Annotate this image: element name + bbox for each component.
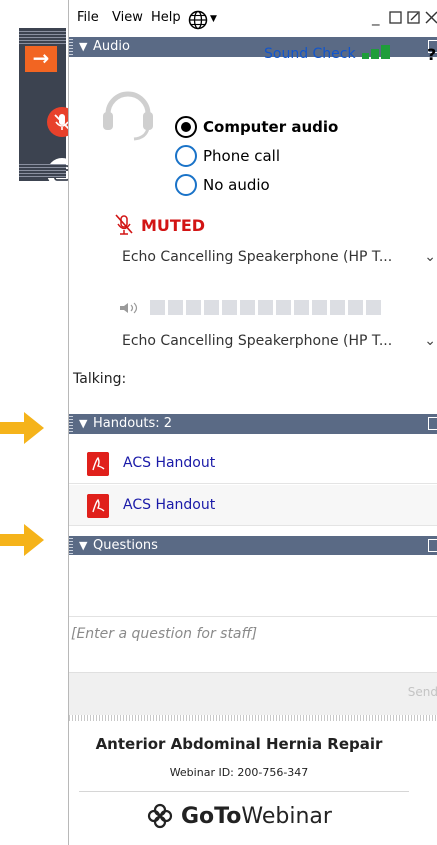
gotowebinar-logo: GoTo Webinar: [147, 803, 332, 829]
radio-no-audio[interactable]: No audio: [175, 173, 270, 197]
logo-text-bold: GoTo: [181, 803, 242, 829]
handout-name[interactable]: ACS Handout: [123, 455, 215, 471]
speaker-icon: [120, 302, 138, 313]
level-segment: [366, 300, 381, 315]
collapse-arrow-icon[interactable]: →: [25, 46, 57, 72]
control-grab-tab[interactable]: →: [19, 28, 77, 188]
logo-text-thin: Webinar: [241, 803, 332, 829]
handouts-section-header[interactable]: ▼ Handouts: 2: [69, 414, 437, 434]
handout-item[interactable]: ACS Handout: [69, 443, 437, 484]
sound-check-link[interactable]: Sound Check: [264, 46, 356, 62]
level-segment: [186, 300, 201, 315]
menu-help[interactable]: Help: [151, 10, 181, 25]
pointer-arrow-icon: [0, 524, 44, 556]
section-grip[interactable]: [69, 538, 73, 554]
webinar-id: Webinar ID: 200-756-347: [169, 766, 309, 779]
level-segment: [150, 300, 165, 315]
webinar-footer: Anterior Abdominal Hernia Repair Webinar…: [69, 721, 437, 845]
level-segment: [348, 300, 363, 315]
chevron-down-icon[interactable]: ▼: [210, 14, 217, 24]
level-segment: [276, 300, 291, 315]
send-bar: Send: [69, 672, 437, 715]
radio-computer-audio[interactable]: Computer audio: [175, 115, 338, 139]
questions-section-title: Questions: [93, 538, 158, 553]
speaker-level-meter: [118, 300, 384, 315]
help-icon[interactable]: ?: [427, 45, 436, 64]
speaker-device-value: Echo Cancelling Speakerphone (HP T...: [122, 333, 393, 349]
menu-file[interactable]: File: [77, 10, 99, 25]
menu-view[interactable]: View: [112, 10, 143, 25]
talking-label: Talking:: [73, 371, 127, 387]
grab-tab-grip-bottom[interactable]: [19, 164, 66, 178]
pdf-file-icon: [87, 494, 109, 518]
section-grip[interactable]: [69, 39, 73, 55]
microphone-device-select[interactable]: Echo Cancelling Speakerphone (HP T... ⌄: [122, 249, 437, 265]
level-segment: [222, 300, 237, 315]
grab-tab-grip-top[interactable]: [19, 31, 66, 45]
close-icon[interactable]: [425, 11, 437, 24]
send-button[interactable]: Send: [408, 685, 437, 699]
level-segment: [168, 300, 183, 315]
muted-indicator[interactable]: MUTED: [115, 214, 205, 236]
level-segment: [312, 300, 327, 315]
handout-item[interactable]: ACS Handout: [69, 485, 437, 526]
popout-icon[interactable]: [407, 11, 420, 24]
muted-mic-icon: [115, 214, 133, 235]
radio-button[interactable]: [175, 145, 197, 167]
microphone-device-value: Echo Cancelling Speakerphone (HP T...: [122, 249, 393, 265]
questions-section-header[interactable]: ▼ Questions: [69, 536, 437, 556]
minimize-icon[interactable]: _: [372, 8, 380, 26]
signal-strength-icon: [362, 45, 390, 59]
radio-phone-call[interactable]: Phone call: [175, 144, 280, 168]
question-input-placeholder: [Enter a question for staff]: [71, 626, 258, 642]
muted-label: MUTED: [141, 215, 206, 235]
headset-icon: [103, 91, 153, 141]
level-segment: [330, 300, 345, 315]
footer-divider: [79, 791, 409, 792]
handout-name[interactable]: ACS Handout: [123, 497, 215, 513]
chevron-down-icon[interactable]: ⌄: [424, 249, 436, 265]
questions-log[interactable]: [69, 555, 437, 617]
gotowebinar-flower-icon: [147, 803, 173, 829]
popout-icon[interactable]: [428, 417, 437, 430]
pointer-arrow-icon: [0, 412, 44, 444]
control-panel: File View Help ▼ _ ▼ Audio Sound Check ?…: [68, 0, 437, 845]
restore-icon[interactable]: [389, 11, 402, 24]
webinar-title: Anterior Abdominal Hernia Repair: [95, 735, 383, 753]
pdf-file-icon: [87, 452, 109, 476]
chevron-down-icon[interactable]: ⌄: [424, 333, 436, 349]
speaker-device-select[interactable]: Echo Cancelling Speakerphone (HP T... ⌄: [122, 333, 437, 349]
level-segment: [258, 300, 273, 315]
menu-bar: File View Help ▼ _: [69, 0, 437, 36]
collapse-triangle-icon[interactable]: ▼: [79, 536, 87, 556]
radio-label: Phone call: [203, 147, 281, 165]
level-segment: [204, 300, 219, 315]
audio-section-title: Audio: [93, 39, 130, 54]
handouts-section-title: Handouts: 2: [93, 416, 173, 431]
radio-label: No audio: [203, 176, 270, 194]
language-globe-icon[interactable]: [188, 10, 208, 30]
popout-icon[interactable]: [428, 539, 437, 552]
section-grip[interactable]: [69, 416, 73, 432]
radio-button[interactable]: [175, 174, 197, 196]
radio-label: Computer audio: [203, 118, 339, 136]
radio-button-selected[interactable]: [175, 116, 197, 138]
question-input[interactable]: [Enter a question for staff]: [69, 618, 437, 670]
collapse-triangle-icon[interactable]: ▼: [79, 414, 87, 434]
level-segment: [294, 300, 309, 315]
level-segment: [240, 300, 255, 315]
collapse-triangle-icon[interactable]: ▼: [79, 37, 87, 57]
